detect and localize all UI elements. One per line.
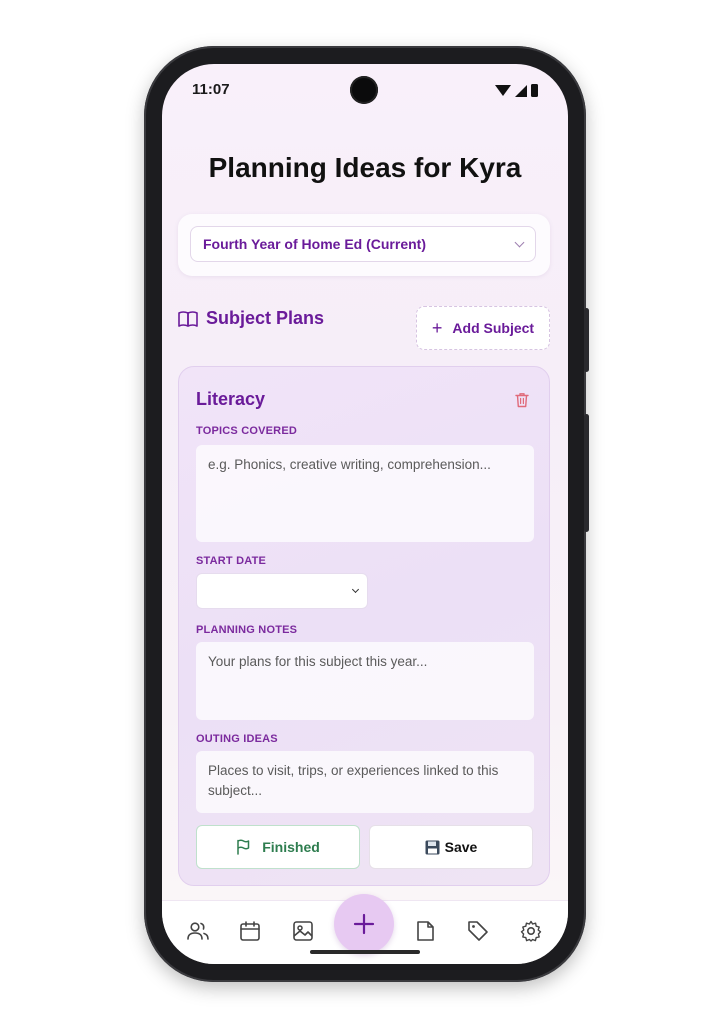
note-icon[interactable] <box>413 919 437 943</box>
page-title: Planning Ideas for Kyra <box>208 152 522 183</box>
save-label: Save <box>444 839 478 855</box>
book-open-icon <box>178 310 198 327</box>
add-fab-button[interactable] <box>334 894 394 954</box>
app-screen: 11:07 Planning Ideas for Kyra Fourth Yea… <box>162 64 568 964</box>
status-bar: 11:07 <box>162 64 568 120</box>
power-button <box>584 414 589 532</box>
save-button[interactable]: Save <box>369 825 533 869</box>
subject-plans-header: Subject Plans <box>178 308 324 329</box>
phone-frame: 11:07 Planning Ideas for Kyra Fourth Yea… <box>144 46 589 982</box>
front-camera <box>350 76 378 104</box>
home-indicator[interactable] <box>310 950 420 954</box>
volume-button <box>584 308 589 372</box>
planning-notes-label: PLANNING NOTES <box>196 624 298 636</box>
year-select-value: Fourth Year of Home Ed (Current) <box>203 236 426 252</box>
section-title: Subject Plans <box>206 308 325 328</box>
signal-icon <box>515 84 527 97</box>
year-select[interactable]: Fourth Year of Home Ed (Current) <box>190 226 536 262</box>
battery-icon <box>531 84 538 97</box>
finished-button[interactable]: Finished <box>196 825 360 869</box>
wifi-icon <box>495 85 511 96</box>
year-selector-card: Fourth Year of Home Ed (Current) <box>178 214 550 276</box>
flag-icon <box>237 839 250 855</box>
status-icons <box>495 84 538 97</box>
chevron-down-icon <box>351 585 360 594</box>
start-date-label: START DATE <box>196 555 267 567</box>
outing-ideas-input[interactable]: Places to visit, trips, or experiences l… <box>196 751 534 813</box>
floppy-disk-icon <box>425 840 440 854</box>
topics-input[interactable]: e.g. Phonics, creative writing, comprehe… <box>196 445 534 542</box>
people-icon[interactable] <box>186 919 210 943</box>
add-subject-label: Add Subject <box>452 320 535 336</box>
finished-label: Finished <box>262 839 320 855</box>
calendar-icon[interactable] <box>238 919 262 943</box>
add-subject-button[interactable]: + Add Subject <box>416 306 550 350</box>
tag-icon[interactable] <box>466 919 490 943</box>
trash-icon[interactable] <box>515 392 529 408</box>
plus-icon <box>353 913 375 935</box>
subject-card: Literacy TOPICS COVERED e.g. Phonics, cr… <box>178 366 550 886</box>
outing-ideas-label: OUTING IDEAS <box>196 733 278 745</box>
image-icon[interactable] <box>291 919 315 943</box>
status-time: 11:07 <box>192 81 230 98</box>
start-date-select[interactable] <box>196 573 368 609</box>
topics-label: TOPICS COVERED <box>196 425 298 437</box>
plus-icon: + <box>431 317 443 338</box>
chevron-down-icon <box>514 237 525 247</box>
planning-notes-input[interactable]: Your plans for this subject this year... <box>196 642 534 720</box>
settings-icon[interactable] <box>519 919 543 943</box>
subject-name: Literacy <box>196 389 266 409</box>
